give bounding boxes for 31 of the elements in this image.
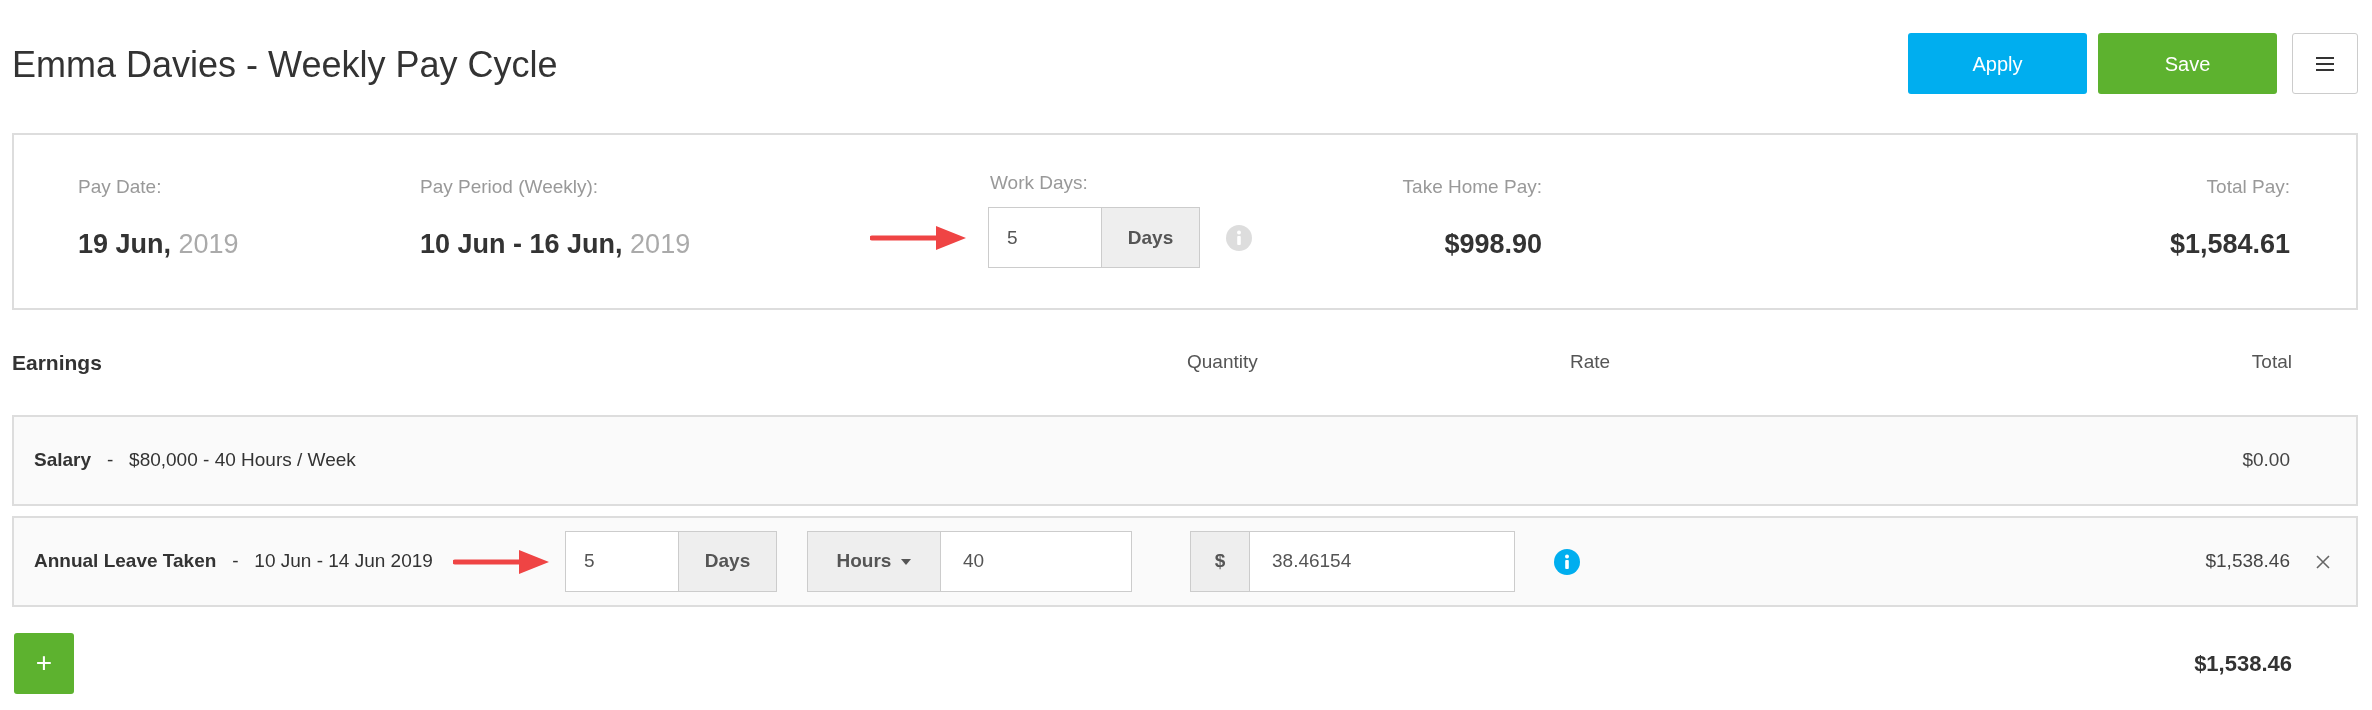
pay-date-value: 19 Jun, 2019 bbox=[78, 227, 240, 261]
row-total: $0.00 bbox=[2241, 448, 2291, 473]
days-input[interactable]: 5 bbox=[988, 207, 1102, 269]
earnings-heading: Earnings bbox=[12, 349, 103, 376]
unit-dropdown[interactable]: Hours bbox=[807, 531, 941, 592]
total-pay-value: $1,584.61 bbox=[2169, 227, 2290, 261]
days-addon: Days bbox=[679, 531, 777, 592]
column-header: Rate bbox=[1570, 350, 1612, 375]
quantity-input[interactable]: 40 bbox=[941, 531, 1132, 592]
menu-button[interactable] bbox=[2292, 33, 2358, 94]
total-pay-label: Total Pay: bbox=[2206, 175, 2290, 199]
currency-addon: $ bbox=[1190, 531, 1250, 592]
days-input[interactable]: 5 bbox=[565, 531, 679, 592]
earning-description: Annual Leave Taken - 10 Jun - 14 Jun 2019 bbox=[34, 549, 434, 574]
earning-description: Salary - $80,000 - 40 Hours / Week bbox=[34, 448, 357, 473]
pay-period-label: Pay Period (Weekly): bbox=[420, 175, 600, 199]
row-total: $1,538.46 bbox=[2204, 549, 2290, 574]
work-days-label: Work Days: bbox=[990, 170, 1088, 195]
days-addon: Days bbox=[1102, 207, 1200, 269]
caret-icon bbox=[901, 558, 912, 565]
grand-total: $1,538.46 bbox=[2194, 649, 2292, 678]
column-header: Quantity bbox=[1187, 350, 1259, 375]
pay-period-value: 10 Jun - 16 Jun, 2019 bbox=[420, 227, 692, 261]
take-home-value: $998.90 bbox=[1444, 227, 1542, 261]
page-title: Emma Davies - Weekly Pay Cycle bbox=[12, 42, 558, 87]
menu-icon bbox=[2315, 56, 2335, 71]
rate-input[interactable]: 38.46154 bbox=[1250, 531, 1515, 592]
take-home-label: Take Home Pay: bbox=[1402, 175, 1542, 199]
close-icon bbox=[2316, 554, 2330, 569]
pay-date-label: Pay Date: bbox=[78, 175, 163, 199]
column-header: Total bbox=[2250, 350, 2292, 375]
